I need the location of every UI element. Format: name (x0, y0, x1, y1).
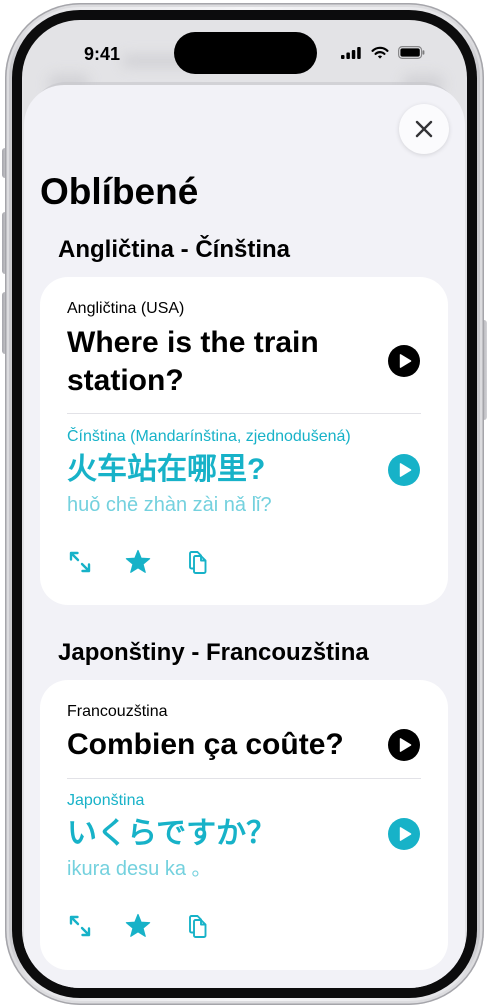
expand-button[interactable] (65, 547, 95, 577)
copy-icon (189, 551, 207, 574)
wifi-icon (371, 46, 389, 59)
copy-button[interactable] (182, 911, 212, 941)
expand-icon (69, 551, 91, 573)
romanization-text: huǒ chē zhàn zài nǎ lǐ? (67, 494, 272, 516)
favorite-star-button[interactable] (123, 911, 153, 941)
play-fill-icon (399, 738, 412, 752)
star-fill-icon (125, 549, 151, 573)
target-language-label: Japonština (67, 792, 145, 809)
close-button[interactable] (399, 104, 449, 154)
expand-icon (69, 915, 91, 937)
battery-icon (398, 46, 425, 59)
dynamic-island (174, 32, 317, 74)
translated-phrase: いくらですか？ (67, 817, 277, 850)
favorites-sheet: Oblíbené Angličtina - Čínština Angličtin… (24, 85, 465, 988)
source-language-label: Angličtina (USA) (67, 300, 185, 317)
source-phrase: Combien ça coûte? (67, 728, 344, 761)
play-fill-icon (399, 827, 412, 841)
romanization-text: ikura desu ka 。 (67, 858, 212, 880)
signal-icon (341, 47, 361, 59)
section-title: Angličtina - Čínština (58, 236, 291, 263)
favorite-card: Angličtina (USA) Where is the train stat… (40, 277, 448, 605)
source-language-label: Francouzština (67, 703, 168, 720)
play-fill-icon (399, 463, 412, 477)
xmark-icon (415, 120, 433, 138)
play-source-button[interactable] (388, 345, 420, 377)
play-translation-button[interactable] (388, 454, 420, 486)
play-source-button[interactable] (388, 729, 420, 761)
favorite-card: Francouzština Combien ça coûte? Japonšti… (40, 680, 448, 970)
phone-screen: 9:41 Oblíbené Angličtina - Čínština Angl… (22, 20, 467, 988)
translated-phrase: 火车站在哪里? (67, 453, 266, 486)
page-title: Oblíbené (40, 171, 199, 212)
expand-button[interactable] (65, 911, 95, 941)
status-bar-time: 9:41 (84, 44, 121, 64)
play-translation-button[interactable] (388, 818, 420, 850)
divider (67, 413, 421, 414)
star-fill-icon (125, 913, 151, 937)
divider (67, 778, 421, 779)
phone-bezel: 9:41 Oblíbené Angličtina - Čínština Angl… (12, 10, 477, 998)
play-fill-icon (399, 354, 412, 368)
favorite-star-button[interactable] (123, 547, 153, 577)
source-phrase: Where is the train station? (67, 326, 319, 397)
target-language-label: Čínština (Mandarínština, zjednodušená) (67, 428, 351, 445)
phone-frame: 9:41 Oblíbené Angličtina - Čínština Angl… (5, 3, 484, 1005)
section-title: Japonštiny - Francouzština (58, 639, 369, 666)
copy-icon (189, 915, 207, 938)
copy-button[interactable] (182, 547, 212, 577)
